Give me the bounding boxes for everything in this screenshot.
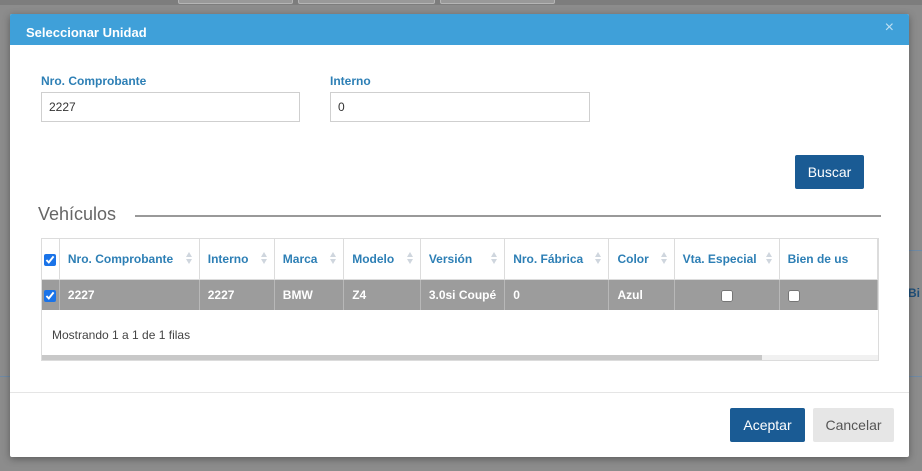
column-header[interactable]: Color — [608, 239, 675, 280]
table-row[interactable]: 2227 2227 BMW Z4 3.0si Coupé 0 Azul — [42, 279, 878, 310]
column-label: Vta. Especial — [682, 251, 757, 266]
bien-de-uso-checkbox[interactable] — [787, 289, 800, 302]
search-button[interactable]: Buscar — [795, 155, 864, 189]
background-field — [298, 0, 435, 4]
interno-input[interactable] — [330, 92, 590, 122]
sort-icon — [595, 252, 602, 265]
background-text: Bi — [908, 286, 920, 300]
vehicles-section-title: Vehículos — [38, 204, 117, 224]
cell-comprobante: 2227 — [59, 279, 200, 310]
close-icon[interactable]: × — [885, 19, 894, 37]
column-header[interactable]: Bien de us — [779, 239, 878, 280]
column-header[interactable]: Modelo — [343, 239, 421, 280]
horizontal-scrollbar[interactable] — [42, 355, 878, 360]
cell-modelo: Z4 — [343, 279, 421, 310]
interno-label: Interno — [330, 74, 371, 88]
background-divider — [909, 250, 922, 251]
select-all-checkbox[interactable] — [44, 253, 57, 266]
column-label: Versión — [428, 251, 473, 266]
dialog-header: Seleccionar Unidad × — [10, 14, 909, 45]
column-label: Bien de us — [787, 251, 849, 266]
sort-icon — [185, 252, 193, 265]
column-header[interactable]: Marca — [274, 239, 345, 280]
scrollbar-thumb[interactable] — [42, 355, 762, 360]
table-header-row: Nro. Comprobante Interno Marca Modelo Ve… — [42, 239, 878, 280]
pagination-info: Mostrando 1 a 1 de 1 filas — [52, 328, 191, 342]
column-label: Color — [617, 251, 649, 266]
sort-icon — [406, 252, 414, 265]
row-select-cell — [42, 279, 60, 310]
sort-icon — [765, 252, 773, 265]
cell-interno: 2227 — [199, 279, 275, 310]
column-label: Nro. Comprobante — [67, 251, 174, 266]
sort-icon — [330, 252, 337, 265]
accept-button[interactable]: Aceptar — [730, 408, 805, 442]
background-field — [178, 0, 293, 4]
comprobante-label: Nro. Comprobante — [41, 74, 147, 88]
column-header[interactable]: Vta. Especial — [674, 239, 780, 280]
column-header[interactable]: Nro. Comprobante — [59, 239, 200, 280]
cell-color: Azul — [608, 279, 675, 310]
cell-vta-especial — [674, 279, 780, 310]
column-header[interactable]: Interno — [199, 239, 275, 280]
background-field — [440, 0, 555, 4]
section-divider — [135, 215, 881, 217]
column-header[interactable]: Versión — [420, 239, 506, 280]
dialog-title: Seleccionar Unidad — [26, 25, 147, 40]
background-divider — [909, 376, 922, 377]
select-unit-dialog: Seleccionar Unidad × Nro. Comprobante In… — [10, 14, 909, 457]
cell-bien-de-uso — [779, 279, 878, 310]
comprobante-input[interactable] — [41, 92, 300, 122]
row-select-checkbox[interactable] — [44, 289, 57, 302]
footer-divider — [10, 392, 909, 393]
sort-icon — [491, 252, 498, 265]
column-label: Interno — [207, 251, 249, 266]
sort-icon — [660, 252, 668, 265]
column-header[interactable]: Nro. Fábrica — [504, 239, 610, 280]
cell-marca: BMW — [274, 279, 345, 310]
background-divider — [0, 376, 10, 377]
vehicles-table: Nro. Comprobante Interno Marca Modelo Ve… — [41, 238, 879, 361]
sort-icon — [260, 252, 268, 265]
vta-especial-checkbox[interactable] — [720, 289, 733, 302]
column-label: Modelo — [352, 251, 395, 266]
column-label: Nro. Fábrica — [513, 251, 584, 266]
column-label: Marca — [282, 251, 318, 266]
cancel-button[interactable]: Cancelar — [813, 408, 894, 442]
select-all-cell — [42, 239, 60, 280]
cell-version: 3.0si Coupé — [420, 279, 506, 310]
cell-fabrica: 0 — [504, 279, 610, 310]
